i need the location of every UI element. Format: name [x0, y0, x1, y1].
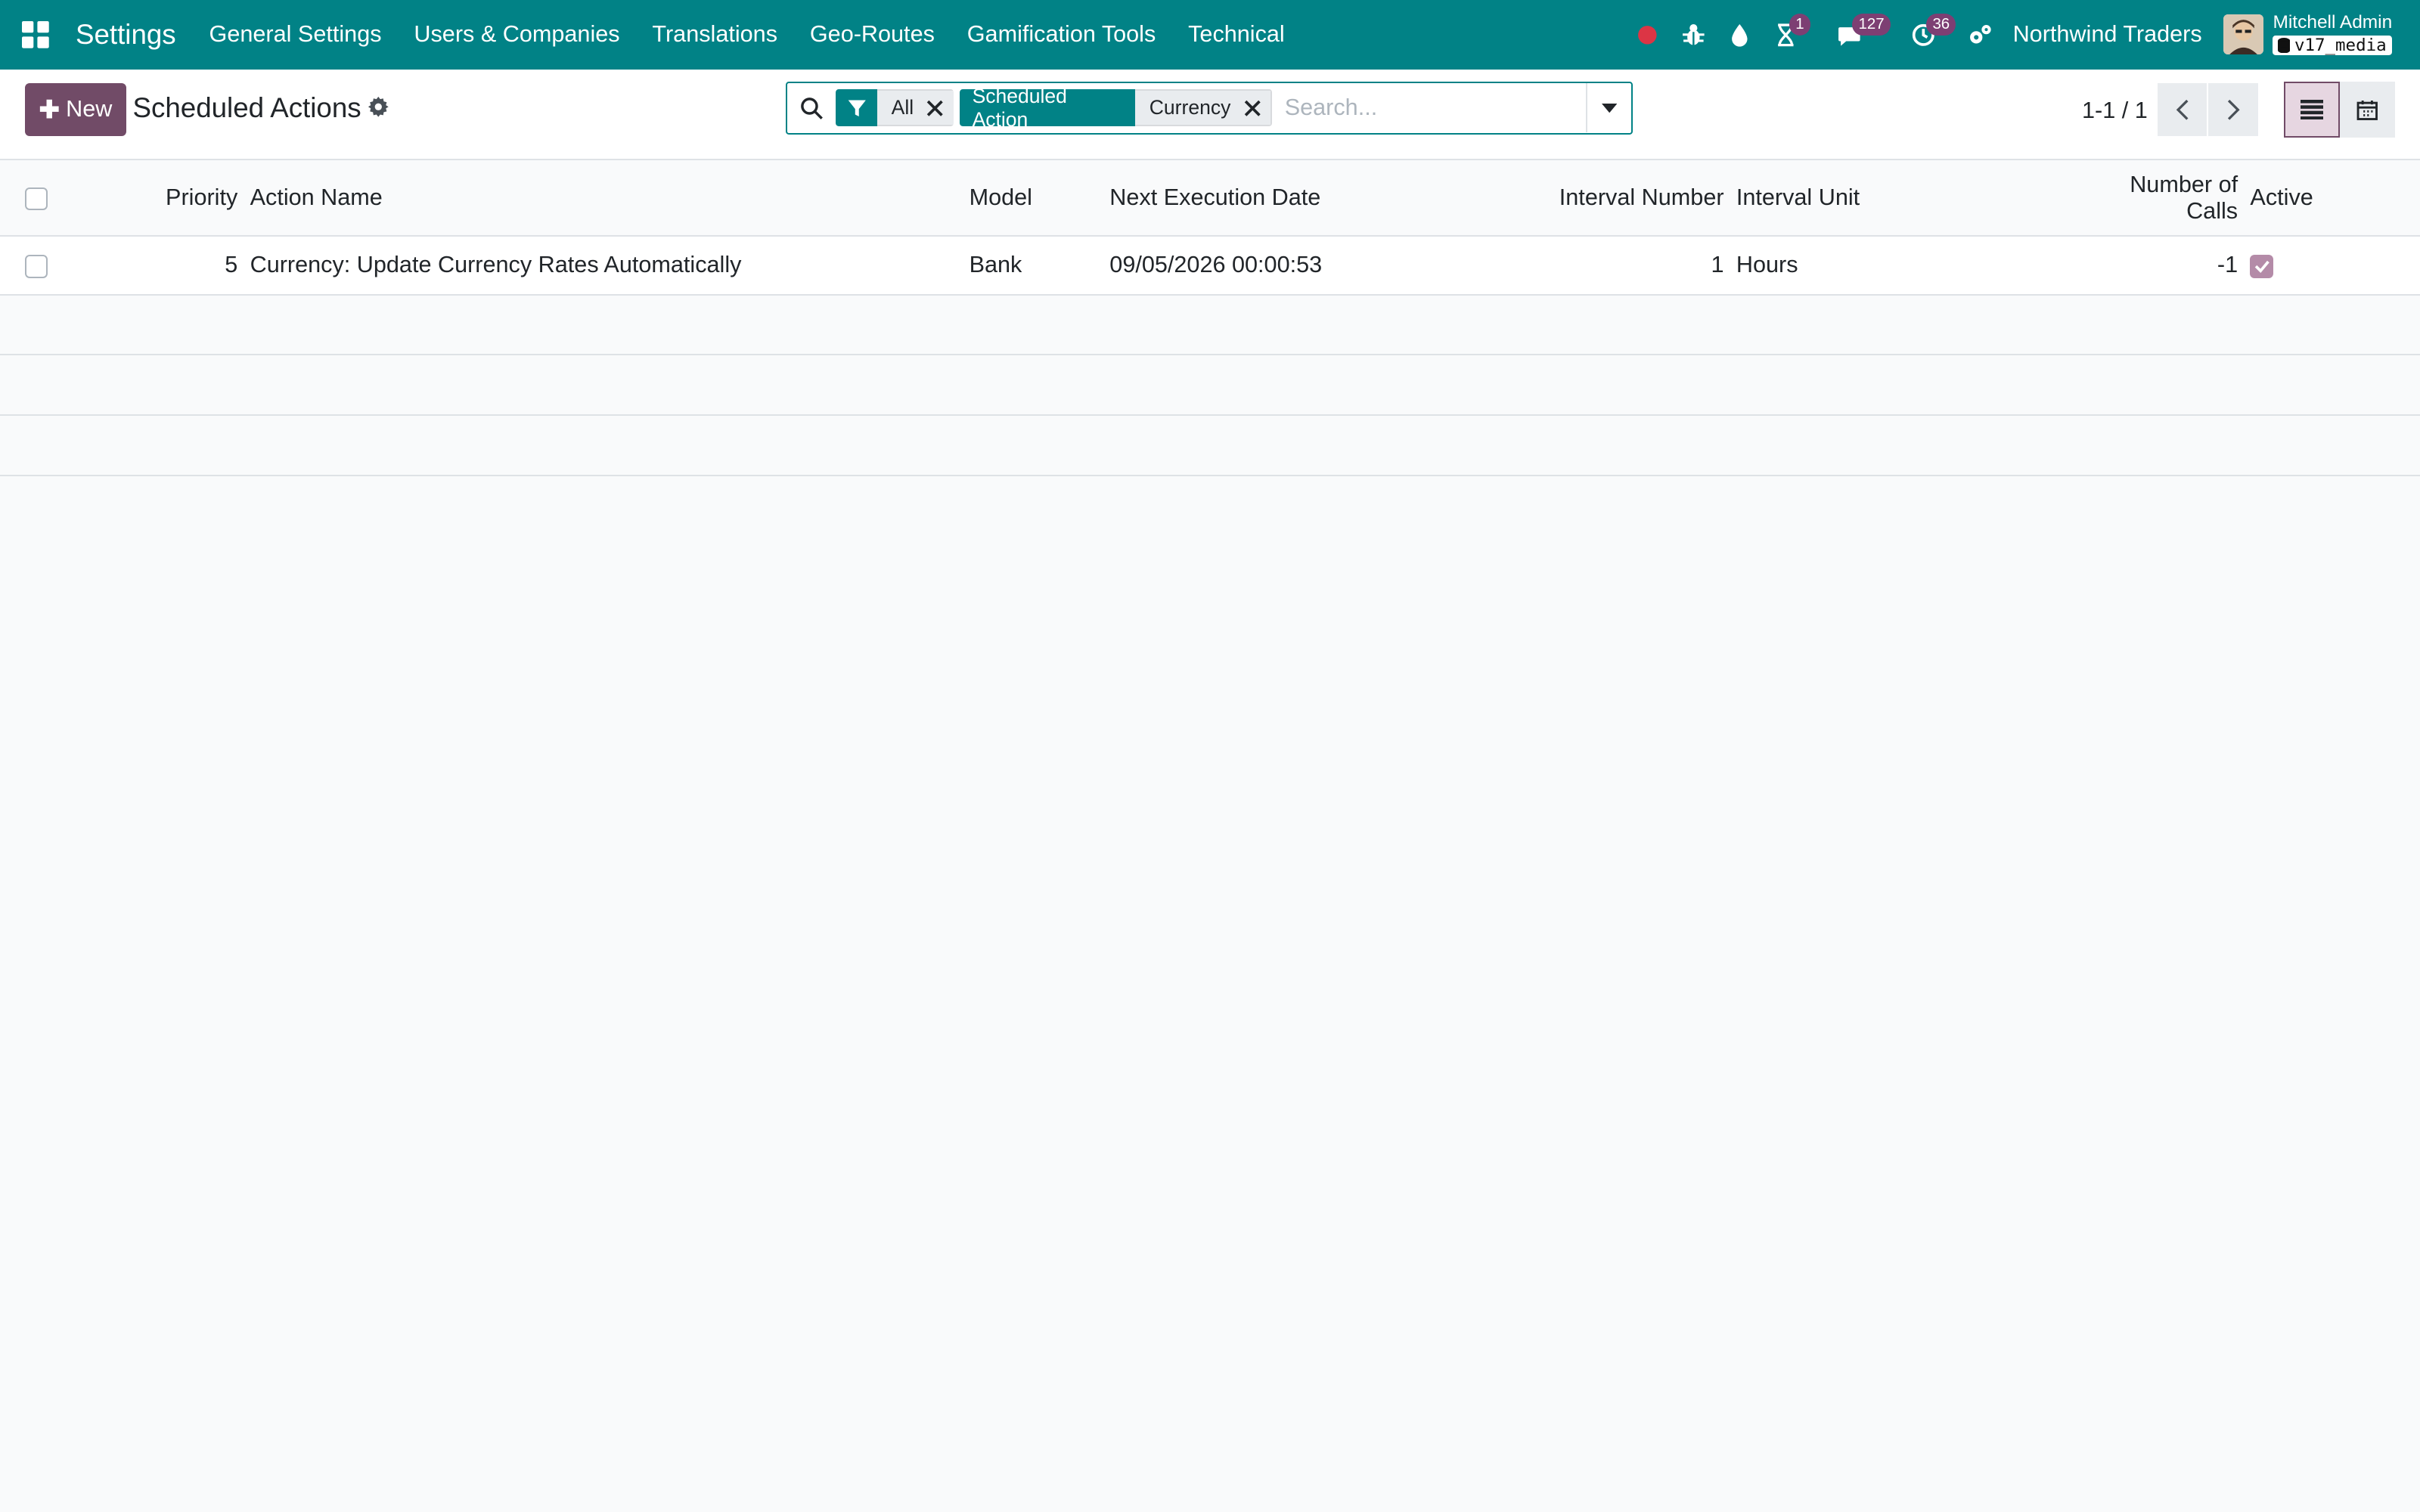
app-name[interactable]: Settings: [76, 19, 176, 51]
main-navbar: Settings General Settings Users & Compan…: [0, 0, 2420, 70]
column-number-of-calls[interactable]: Number of Calls: [2066, 160, 2245, 237]
clock-icon[interactable]: 36: [1889, 0, 1957, 70]
hourglass-icon[interactable]: 1: [1763, 0, 1811, 70]
gear-icon[interactable]: [368, 96, 389, 118]
select-all-checkbox[interactable]: [24, 187, 48, 211]
empty-row: [0, 355, 2420, 416]
user-name: Mitchell Admin: [2273, 12, 2393, 33]
menu-general-settings[interactable]: General Settings: [193, 0, 398, 70]
apps-menu-icon[interactable]: [18, 17, 52, 51]
menu-users-companies[interactable]: Users & Companies: [398, 0, 636, 70]
database-name: v17_media: [2294, 35, 2387, 55]
clock-badge: 36: [1926, 14, 1956, 36]
systray: 1 127 36 Northwind Traders Mitchell Admi…: [1624, 0, 2420, 70]
database-badge: v17_media: [2273, 35, 2393, 56]
list-view-button[interactable]: [2284, 82, 2340, 138]
record-dot-icon[interactable]: [1624, 0, 1670, 70]
new-button-label: New: [66, 96, 113, 122]
search-bar: All Scheduled Action Currency: [785, 82, 1634, 135]
row-checkbox[interactable]: [24, 255, 48, 278]
pager-next-button[interactable]: [2208, 83, 2258, 136]
cell-interval-unit: Hours: [1730, 236, 2067, 296]
nav-menu: General Settings Users & Companies Trans…: [193, 0, 1301, 70]
facet-filter: All: [836, 89, 954, 127]
facet-scheduled-action-value: Currency: [1149, 96, 1231, 119]
facet-filter-value: All: [891, 96, 914, 119]
menu-translations[interactable]: Translations: [636, 0, 793, 70]
database-icon: [2277, 37, 2290, 54]
plus-icon: ✚: [39, 94, 60, 123]
activity-badge: 1: [1789, 14, 1811, 36]
list-icon: [2300, 99, 2324, 120]
column-action-name[interactable]: Action Name: [244, 160, 963, 237]
settings-gears-icon[interactable]: [1957, 0, 2003, 70]
empty-row: [0, 294, 2420, 356]
cell-priority: 5: [70, 236, 244, 296]
active-checkbox[interactable]: [2250, 255, 2274, 278]
cell-model: Bank: [963, 236, 1104, 296]
facet-filter-label: [836, 89, 878, 127]
check-icon: [2254, 261, 2270, 273]
chevron-left-icon: [2176, 99, 2188, 120]
column-model[interactable]: Model: [963, 160, 1104, 237]
avatar: [2223, 14, 2264, 55]
facet-filter-values: All: [877, 89, 954, 127]
search-icon[interactable]: [787, 83, 836, 132]
company-switcher[interactable]: Northwind Traders: [2013, 21, 2202, 48]
facet-scheduled-action-label: Scheduled Action: [960, 89, 1136, 127]
column-active[interactable]: Active: [2244, 160, 2420, 237]
scheduled-actions-table: Priority Action Name Model Next Executio…: [0, 160, 2420, 476]
menu-geo-routes[interactable]: Geo-Routes: [793, 0, 951, 70]
drop-icon[interactable]: [1717, 0, 1763, 70]
chevron-right-icon: [2227, 99, 2240, 120]
cell-interval-number: 1: [1342, 236, 1730, 296]
table-header: Priority Action Name Model Next Executio…: [0, 160, 2420, 237]
page-title: Scheduled Actions: [132, 92, 361, 124]
calendar-view-button[interactable]: [2339, 82, 2396, 138]
user-menu[interactable]: Mitchell Admin v17_media: [2223, 12, 2393, 56]
cell-next-execution-date: 09/05/2026 00:00:53: [1103, 236, 1343, 296]
calendar-icon: [2356, 100, 2378, 120]
caret-down-icon: [1601, 103, 1618, 113]
new-button[interactable]: ✚ New: [24, 83, 127, 136]
cell-number-of-calls: -1: [2066, 236, 2245, 296]
filter-icon: [848, 100, 866, 116]
menu-gamification-tools[interactable]: Gamification Tools: [951, 0, 1171, 70]
pager-value[interactable]: 1-1 / 1: [2082, 98, 2148, 124]
column-next-execution-date[interactable]: Next Execution Date: [1103, 160, 1343, 237]
search-input[interactable]: [1278, 85, 1586, 132]
menu-technical[interactable]: Technical: [1172, 0, 1301, 70]
column-interval-number[interactable]: Interval Number: [1342, 160, 1730, 237]
close-icon[interactable]: [926, 99, 944, 117]
column-priority[interactable]: Priority: [70, 160, 244, 237]
column-interval-unit[interactable]: Interval Unit: [1730, 160, 2067, 237]
search-options-toggle[interactable]: [1585, 83, 1631, 133]
cell-action-name: Currency: Update Currency Rates Automati…: [244, 236, 963, 296]
pager-previous-button[interactable]: [2158, 83, 2207, 136]
facet-scheduled-action-values: Currency: [1135, 89, 1273, 127]
table-row[interactable]: 5 Currency: Update Currency Rates Automa…: [0, 236, 2420, 296]
messages-badge: 127: [1852, 14, 1891, 36]
bug-icon[interactable]: [1671, 0, 1717, 70]
control-panel: ✚ New Scheduled Actions All Scheduled Ac…: [0, 69, 2420, 161]
close-icon[interactable]: [1243, 99, 1261, 117]
empty-row: [0, 414, 2420, 476]
messages-icon[interactable]: 127: [1809, 0, 1891, 70]
facet-scheduled-action: Scheduled Action Currency: [960, 89, 1273, 127]
